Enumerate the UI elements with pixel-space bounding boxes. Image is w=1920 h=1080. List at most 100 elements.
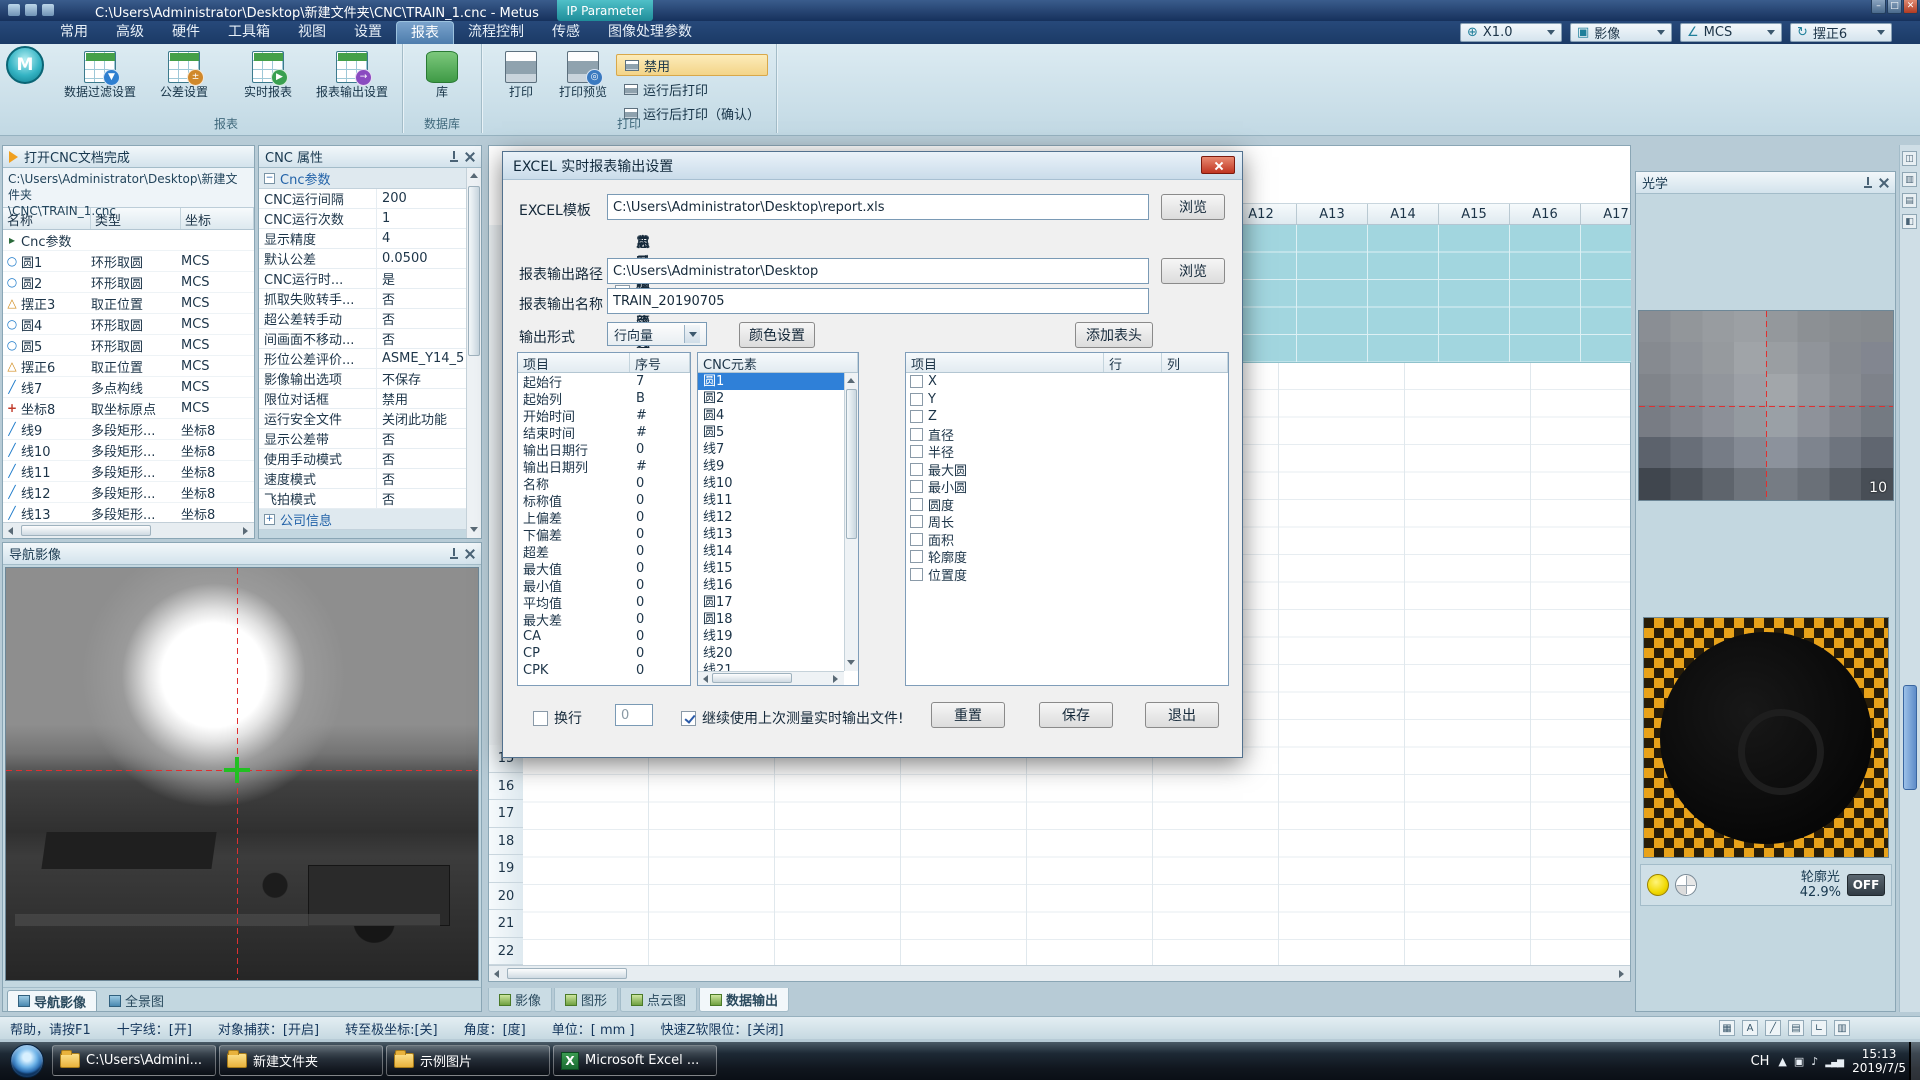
property-row[interactable]: CNC运行次数 1	[259, 209, 468, 229]
dock-icon[interactable]	[1902, 214, 1917, 229]
scroll-thumb[interactable]	[21, 525, 151, 536]
cnc-item-row[interactable]: 线12 多段矩形... 坐标8	[3, 482, 254, 503]
column-header[interactable]: A16	[1510, 204, 1581, 225]
ribbon-button[interactable]: 公差设置	[142, 48, 226, 99]
scroll-right-icon[interactable]	[828, 671, 844, 686]
field-row[interactable]: 圆度	[906, 496, 1228, 514]
cnc-element-item[interactable]: 圆18	[698, 611, 844, 628]
column-header[interactable]: A14	[1368, 204, 1439, 225]
taskbar-button[interactable]: 新建文件夹	[219, 1045, 383, 1076]
out-path-input[interactable]	[607, 258, 1149, 284]
zoomed-pixel-image[interactable]: 10	[1638, 310, 1894, 501]
field-checkbox[interactable]	[910, 533, 923, 546]
property-value[interactable]: 禁用	[377, 389, 468, 408]
property-row[interactable]: 限位对话框 禁用	[259, 389, 468, 409]
property-value[interactable]: 4	[377, 231, 468, 246]
property-value[interactable]: 是	[377, 269, 468, 288]
ribbon-button[interactable]: 库	[411, 48, 473, 99]
scroll-thumb[interactable]	[507, 968, 627, 979]
light-wheel-icon[interactable]	[1675, 874, 1697, 896]
dock-icon[interactable]	[1902, 151, 1917, 166]
field-row[interactable]: 最小圆	[906, 478, 1228, 496]
wrap-count-input[interactable]	[615, 704, 653, 726]
property-value[interactable]: 200	[377, 191, 468, 206]
property-row[interactable]: 间画面不移动... 否	[259, 329, 468, 349]
property-value[interactable]: 0.0500	[377, 251, 468, 266]
status-tool-icon[interactable]	[1765, 1020, 1781, 1036]
property-row[interactable]: 默认公差 0.0500	[259, 249, 468, 269]
cnc-element-item[interactable]: 圆5	[698, 424, 844, 441]
view-combo[interactable]: 影像	[1570, 23, 1672, 42]
report-item-row[interactable]: 下偏差 0	[518, 526, 690, 543]
elements-vscrollbar[interactable]	[844, 373, 858, 671]
light-off-button[interactable]: OFF	[1847, 874, 1885, 896]
pin-icon[interactable]	[449, 548, 459, 559]
tray-icon[interactable]	[1778, 1055, 1786, 1068]
row-header[interactable]: 17	[489, 800, 523, 828]
browse-path-button[interactable]: 浏览	[1161, 258, 1225, 284]
cnc-element-item[interactable]: 圆17	[698, 594, 844, 611]
ribbon-tab[interactable]: 流程控制	[454, 21, 538, 44]
ribbon-button[interactable]: 报表输出设置	[310, 48, 394, 99]
report-item-row[interactable]: 最大差 0	[518, 611, 690, 628]
app-menu-button[interactable]: M	[6, 46, 44, 84]
close-icon[interactable]	[1879, 178, 1889, 188]
cnc-element-item[interactable]: 线19	[698, 628, 844, 645]
property-row[interactable]: 运行安全文件 关闭此功能	[259, 409, 468, 429]
cnc-item-row[interactable]: 圆4 环形取圆 MCS	[3, 314, 254, 335]
ribbon-tab[interactable]: 高级	[102, 21, 158, 44]
cnc-item-row[interactable]: 线11 多段矩形... 坐标8	[3, 461, 254, 482]
wrap-checkbox[interactable]	[533, 711, 548, 726]
report-item-row[interactable]: 起始行 7	[518, 373, 690, 390]
cnc-element-item[interactable]: 线11	[698, 492, 844, 509]
dock-icon[interactable]	[1902, 172, 1917, 187]
continue-checkbox[interactable]	[681, 711, 696, 726]
dock-icon[interactable]	[1902, 193, 1917, 208]
report-item-row[interactable]: 起始列 B	[518, 390, 690, 407]
status-tool-icon[interactable]	[1811, 1020, 1827, 1036]
field-row[interactable]: 半径	[906, 443, 1228, 461]
section-cnc-params[interactable]: − Cnc参数	[259, 168, 481, 189]
report-item-row[interactable]: 输出日期列 #	[518, 458, 690, 475]
status-item[interactable]: 转至极坐标:[关]	[345, 1019, 438, 1038]
ribbon-button[interactable]: 打印	[490, 48, 552, 99]
property-value[interactable]: ASME_Y14_5	[377, 351, 468, 366]
close-icon[interactable]	[465, 152, 475, 162]
print-option-button[interactable]: 运行后打印	[616, 78, 768, 100]
column-header[interactable]: A15	[1439, 204, 1510, 225]
ribbon-button[interactable]: 数据过滤设置	[58, 48, 142, 99]
status-item[interactable]: 对象捕获：[开启]	[218, 1019, 319, 1038]
field-row[interactable]: 直径	[906, 426, 1228, 444]
field-checkbox[interactable]	[910, 550, 923, 563]
cnc-element-item[interactable]: 圆4	[698, 407, 844, 424]
scroll-down-icon[interactable]	[844, 655, 859, 671]
field-checkbox[interactable]	[910, 445, 923, 458]
status-item[interactable]: 单位：[ mm ]	[552, 1019, 635, 1038]
template-input[interactable]	[607, 194, 1149, 220]
right-scroll-thumb[interactable]	[1903, 685, 1917, 790]
property-row[interactable]: 显示公差带 否	[259, 429, 468, 449]
language-indicator[interactable]: CH	[1751, 1054, 1770, 1069]
scroll-up-icon[interactable]	[467, 168, 483, 184]
view-combo[interactable]: MCS	[1680, 23, 1782, 42]
print-option-button[interactable]: 禁用	[616, 54, 768, 76]
report-item-row[interactable]: 结束时间 #	[518, 424, 690, 441]
status-item[interactable]: 快速Z软限位：[关闭]	[661, 1019, 784, 1038]
scroll-left-icon[interactable]	[3, 523, 19, 539]
collapse-icon[interactable]: −	[264, 173, 275, 184]
status-tool-icon[interactable]	[1719, 1020, 1735, 1036]
field-row[interactable]: Z	[906, 408, 1228, 426]
cnc-element-item[interactable]: 线14	[698, 543, 844, 560]
property-value[interactable]: 否	[377, 449, 468, 468]
col-type[interactable]: 类型	[91, 208, 181, 229]
cnc-item-row[interactable]: Cnc参数	[3, 230, 254, 251]
ribbon-tab[interactable]: 常用	[46, 21, 102, 44]
property-vscrollbar[interactable]	[466, 168, 481, 538]
scroll-right-icon[interactable]	[238, 523, 254, 539]
cnc-element-item[interactable]: 线7	[698, 441, 844, 458]
status-tool-icon[interactable]	[1788, 1020, 1804, 1036]
field-row[interactable]: 位置度	[906, 566, 1228, 584]
scroll-up-icon[interactable]	[844, 373, 859, 389]
status-item[interactable]: 帮助，请按F1	[10, 1019, 91, 1038]
elements-hscrollbar[interactable]	[698, 671, 844, 685]
